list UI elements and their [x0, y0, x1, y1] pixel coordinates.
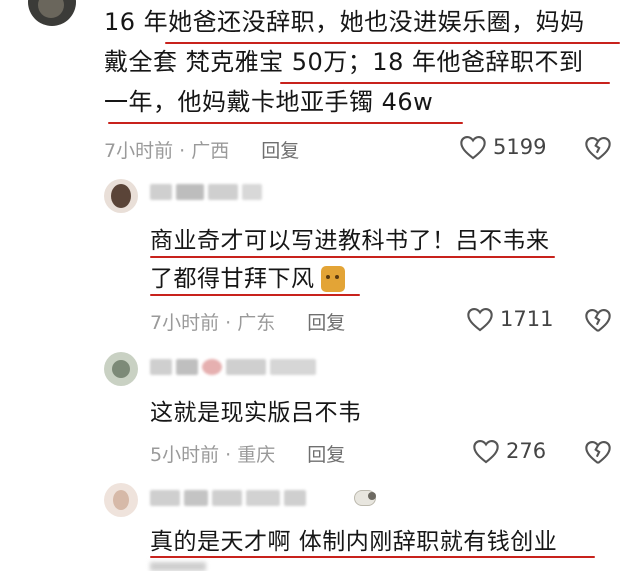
username-blurred[interactable]	[150, 184, 262, 200]
comment-meta: 5小时前 · 重庆 回复	[150, 440, 345, 467]
dislike-heart-icon	[585, 309, 611, 332]
reply-button[interactable]: 回复	[307, 444, 345, 466]
sheep-icon	[352, 486, 378, 508]
comment-line: 16 年她爸还没辞职，她也没进娱乐圈，妈妈	[104, 8, 585, 36]
heart-icon	[467, 308, 493, 332]
underline-mark	[150, 556, 595, 558]
comment-meta: 7小时前 · 广西 回复	[104, 136, 299, 163]
avatar[interactable]	[104, 483, 138, 517]
underline-mark	[165, 42, 620, 44]
dislike-heart-icon	[585, 441, 611, 464]
heart-icon	[473, 440, 499, 464]
reply-comment-text: 商业奇才可以写进教科书了！吕不韦来 了都得甘拜下风	[150, 222, 620, 298]
emoji-sticker-icon	[320, 266, 345, 292]
time-location: 7小时前 · 广东	[150, 312, 276, 334]
comment-line: 戴全套 梵克雅宝 50万；18 年他爸辞职不到	[104, 48, 584, 76]
reply-button[interactable]: 回复	[307, 312, 345, 334]
username-blurred[interactable]	[150, 490, 306, 506]
heart-icon	[460, 136, 486, 160]
underline-mark	[280, 82, 610, 84]
dislike-button[interactable]	[584, 135, 612, 165]
underline-mark	[150, 256, 555, 258]
avatar[interactable]	[104, 179, 138, 213]
dislike-heart-icon	[585, 137, 611, 160]
like-count: 5199	[493, 135, 547, 159]
reply-button[interactable]: 回复	[261, 140, 299, 162]
dislike-button[interactable]	[584, 307, 612, 337]
comment-meta: 7小时前 · 广东 回复	[150, 308, 345, 335]
time-location: 7小时前 · 广西	[104, 140, 230, 162]
like-button[interactable]: 276	[472, 438, 546, 464]
cut-off-text-fragment	[150, 562, 206, 571]
comment-line: 这就是现实版吕不韦	[150, 400, 362, 426]
reply-comment-text: 这就是现实版吕不韦	[150, 394, 620, 432]
underline-mark	[108, 122, 463, 124]
underline-mark	[150, 294, 360, 296]
avatar[interactable]	[104, 352, 138, 386]
like-count: 276	[506, 439, 547, 463]
like-button[interactable]: 5199	[459, 134, 546, 160]
main-comment-text: 16 年她爸还没辞职，她也没进娱乐圈，妈妈 戴全套 梵克雅宝 50万；18 年他…	[104, 2, 634, 122]
time-location: 5小时前 · 重庆	[150, 444, 276, 466]
dislike-button[interactable]	[584, 439, 612, 469]
comment-line: 一年，他妈戴卡地亚手镯 46w	[104, 88, 434, 116]
like-count: 1711	[500, 307, 554, 331]
comment-line: 了都得甘拜下风	[150, 260, 620, 298]
like-button[interactable]: 1711	[466, 306, 553, 332]
avatar[interactable]	[28, 0, 76, 26]
comment-line: 商业奇才可以写进教科书了！吕不韦来	[150, 228, 550, 254]
username-blurred[interactable]	[150, 359, 316, 375]
